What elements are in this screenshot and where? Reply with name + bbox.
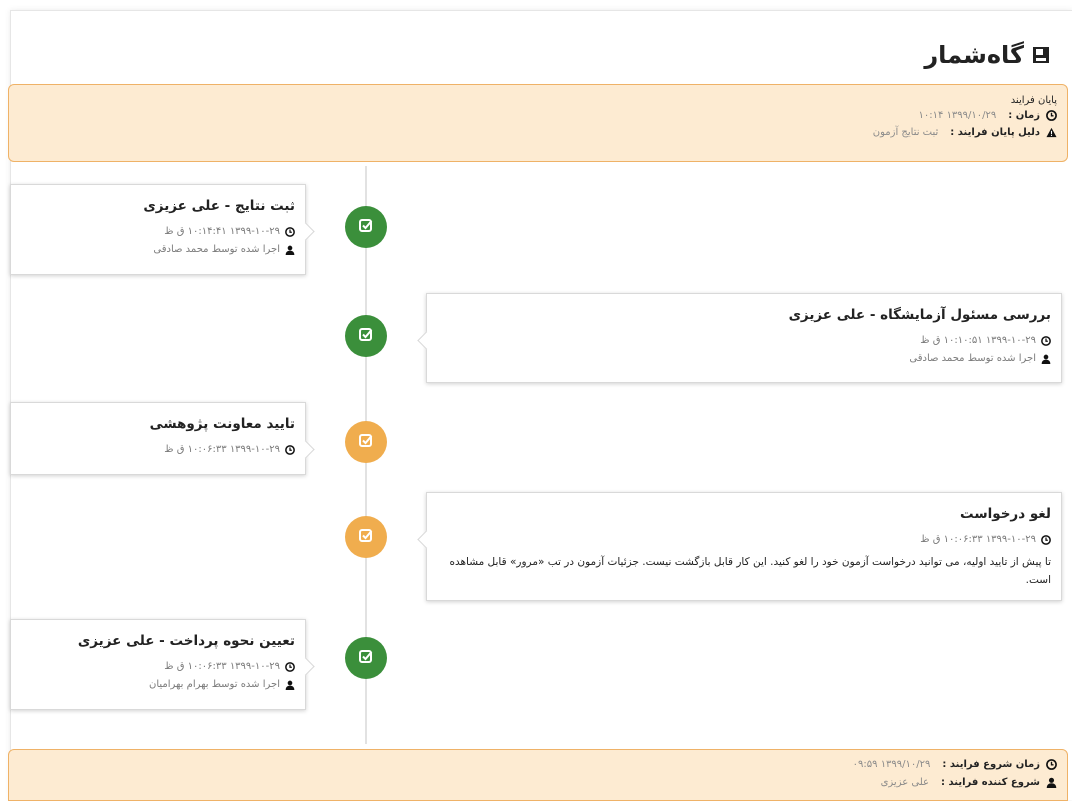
page-title-text: گاه‌شمار xyxy=(924,41,1024,69)
clock-icon xyxy=(284,226,295,238)
timeline-node-1 xyxy=(345,206,387,248)
checkbox-check-icon xyxy=(358,432,374,452)
warning-icon xyxy=(1046,127,1057,138)
process-starter-row: شروع کننده فرایند : علی عزیزی xyxy=(881,777,1057,788)
event-performer-text: اجرا شده توسط محمد صادقی xyxy=(153,244,280,255)
timeline-event-card: تایید معاونت پژوهشی ۱۳۹۹-۱۰-۲۹ ۱۰:۰۶:۳۳ … xyxy=(10,402,315,475)
event-time-text: ۱۳۹۹-۱۰-۲۹ ۱۰:۰۶:۳۳ ق ظ xyxy=(164,661,280,672)
user-icon xyxy=(1040,354,1051,365)
event-time: ۱۳۹۹-۱۰-۲۹ ۱۰:۰۶:۳۳ ق ظ xyxy=(21,660,295,674)
process-end-heading-text: پایان فرایند xyxy=(1010,95,1057,106)
timeline-node-4 xyxy=(345,516,387,558)
timeline-event-card: تعیین نحوه پرداخت - علی عزیزی ۱۳۹۹-۱۰-۲۹… xyxy=(10,619,315,710)
event-performer-text: اجرا شده توسط محمد صادقی xyxy=(909,353,1036,364)
clock-icon xyxy=(1040,335,1051,347)
event-time: ۱۳۹۹-۱۰-۲۹ ۱۰:۰۶:۳۳ ق ظ xyxy=(437,533,1051,547)
process-start-time-label: زمان شروع فرایند : xyxy=(942,759,1040,770)
process-start-time-row: زمان شروع فرایند : ۱۳۹۹/۱۰/۲۹ ۰۹:۵۹ xyxy=(853,759,1057,770)
timeline-event-card: ثبت نتایج - علی عزیزی ۱۳۹۹-۱۰-۲۹ ۱۰:۱۴:۴… xyxy=(10,184,315,275)
timeline-node-2 xyxy=(345,315,387,357)
event-performer-text: اجرا شده توسط بهرام بهرامیان xyxy=(149,679,280,690)
event-performer: اجرا شده توسط محمد صادقی xyxy=(437,352,1051,366)
timeline-node-3 xyxy=(345,421,387,463)
clock-icon xyxy=(284,444,295,456)
process-start-box: زمان شروع فرایند : ۱۳۹۹/۱۰/۲۹ ۰۹:۵۹ شروع… xyxy=(8,749,1068,801)
checkbox-check-icon xyxy=(358,648,374,668)
event-title: لغو درخواست xyxy=(960,506,1051,522)
process-end-reason-label: دلیل پایان فرایند : xyxy=(950,127,1040,138)
event-time: ۱۳۹۹-۱۰-۲۹ ۱۰:۰۶:۳۳ ق ظ xyxy=(21,443,295,457)
event-time-text: ۱۳۹۹-۱۰-۲۹ ۱۰:۰۶:۳۳ ق ظ xyxy=(164,444,280,455)
event-performer: اجرا شده توسط بهرام بهرامیان xyxy=(21,678,295,692)
user-icon xyxy=(1046,777,1057,788)
event-time: ۱۳۹۹-۱۰-۲۹ ۱۰:۱۴:۴۱ ق ظ xyxy=(21,225,295,239)
checkbox-check-icon xyxy=(358,217,374,237)
clock-icon xyxy=(284,661,295,673)
event-time-text: ۱۳۹۹-۱۰-۲۹ ۱۰:۱۰:۵۱ ق ظ xyxy=(920,335,1036,346)
event-time-text: ۱۳۹۹-۱۰-۲۹ ۱۰:۰۶:۳۳ ق ظ xyxy=(920,534,1036,545)
checkbox-check-icon xyxy=(358,527,374,547)
process-end-time-label: زمان : xyxy=(1008,110,1040,121)
event-title: تایید معاونت پژوهشی xyxy=(149,416,295,432)
clock-icon xyxy=(1040,534,1051,546)
process-starter-value: علی عزیزی xyxy=(880,777,929,788)
event-time: ۱۳۹۹-۱۰-۲۹ ۱۰:۱۰:۵۱ ق ظ xyxy=(437,334,1051,348)
user-icon xyxy=(284,680,295,691)
process-end-box: پایان فرایند زمان : ۱۳۹۹/۱۰/۲۹ ۱۰:۱۴ دلی… xyxy=(8,84,1068,162)
process-end-time-row: زمان : ۱۳۹۹/۱۰/۲۹ ۱۰:۱۴ xyxy=(919,110,1057,121)
event-title: ثبت نتایج - علی عزیزی xyxy=(143,198,295,214)
process-start-time-value: ۱۳۹۹/۱۰/۲۹ ۰۹:۵۹ xyxy=(852,759,931,770)
timeline-event-card: بررسی مسئول آزمایشگاه - علی عزیزی ۱۳۹۹-۱… xyxy=(417,293,1062,383)
clock-icon xyxy=(1046,759,1057,770)
event-description: تا پیش از تایید اولیه، می توانید درخواست… xyxy=(449,556,1051,586)
checkbox-check-icon xyxy=(358,326,374,346)
process-end-heading: پایان فرایند xyxy=(1011,95,1057,106)
page-title: گاه‌شمار xyxy=(924,38,1050,72)
process-end-time-value: ۱۳۹۹/۱۰/۲۹ ۱۰:۱۴ xyxy=(918,110,997,121)
clock-icon xyxy=(1046,110,1057,121)
timeline-node-5 xyxy=(345,637,387,679)
event-performer: اجرا شده توسط محمد صادقی xyxy=(21,243,295,257)
process-end-reason-row: دلیل پایان فرایند : ثبت نتایج آزمون xyxy=(873,127,1057,138)
event-title: بررسی مسئول آزمایشگاه - علی عزیزی xyxy=(788,307,1051,323)
event-title: تعیین نحوه پرداخت - علی عزیزی xyxy=(77,633,295,649)
process-starter-label: شروع کننده فرایند : xyxy=(940,777,1040,788)
user-icon xyxy=(284,245,295,256)
timeline-event-card: لغو درخواست ۱۳۹۹-۱۰-۲۹ ۱۰:۰۶:۳۳ ق ظ تا پ… xyxy=(417,492,1062,601)
timeline-icon xyxy=(1032,46,1050,64)
event-time-text: ۱۳۹۹-۱۰-۲۹ ۱۰:۱۴:۴۱ ق ظ xyxy=(164,226,280,237)
process-end-reason-value: ثبت نتایج آزمون xyxy=(872,127,939,138)
